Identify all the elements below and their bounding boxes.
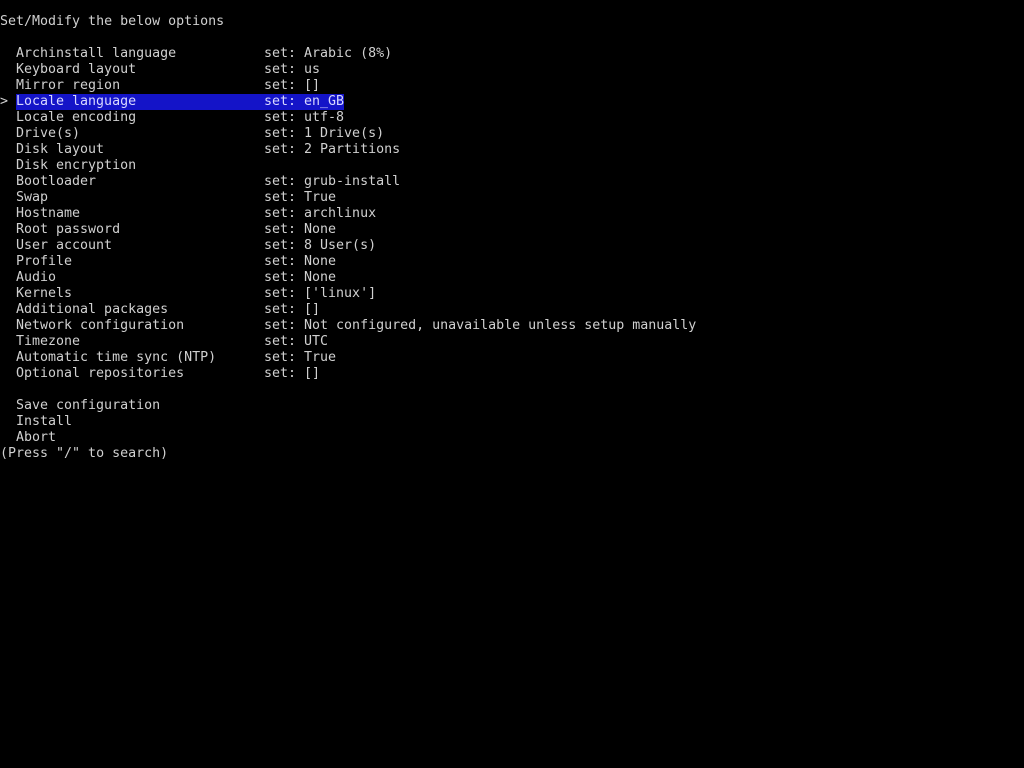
menu-item-label: Keyboard layout [16,62,137,77]
abort-action[interactable]: Abort [0,430,1024,446]
menu-item-label: Additional packages [16,302,169,317]
options-menu: Archinstall language set: Arabic (8%) Ke… [0,46,1024,446]
menu-item-value: set: archlinux [264,206,377,221]
menu-item-label: Bootloader [16,174,97,189]
menu-item-value: set: 2 Partitions [264,142,401,157]
menu-item-ntp[interactable]: Automatic time sync (NTP) set: True [0,350,1024,366]
menu-item-hostname[interactable]: Hostname set: archlinux [0,206,1024,222]
menu-item-audio[interactable]: Audio set: None [0,270,1024,286]
menu-item-label: Audio [16,270,57,285]
menu-item-value: set: en_GB [264,94,345,109]
menu-item-label: Drive(s) [16,126,81,141]
menu-item-drives[interactable]: Drive(s) set: 1 Drive(s) [0,126,1024,142]
menu-item-label: Locale language [16,94,137,109]
menu-item-label: User account [16,238,113,253]
menu-item-value: set: UTC [264,334,329,349]
cursor-indicator: > [0,94,9,109]
installer-screen: Set/Modify the below options Archinstall… [0,14,1024,754]
menu-item-optional-repositories[interactable]: Optional repositories set: [] [0,366,1024,382]
menu-item-bootloader[interactable]: Bootloader set: grub-install [0,174,1024,190]
menu-item-root-password[interactable]: Root password set: None [0,222,1024,238]
menu-item-label: Automatic time sync (NTP) [16,350,217,365]
menu-item-value: set: [] [264,78,321,93]
menu-item-value: set: 8 User(s) [264,238,377,253]
menu-item-label: Optional repositories [16,366,185,381]
menu-item-profile[interactable]: Profile set: None [0,254,1024,270]
menu-item-user-account[interactable]: User account set: 8 User(s) [0,238,1024,254]
menu-item-label: Mirror region [16,78,121,93]
menu-item-label: Network configuration [16,318,185,333]
menu-item-value: set: None [264,254,337,269]
menu-item-value: set: Arabic (8%) [264,46,393,61]
menu-item-value: set: [] [264,366,321,381]
menu-item-additional-packages[interactable]: Additional packages set: [] [0,302,1024,318]
install-action[interactable]: Install [0,414,1024,430]
menu-item-network-configuration[interactable]: Network configuration set: Not configure… [0,318,1024,334]
menu-item-label: Locale encoding [16,110,137,125]
menu-item-archinstall-language[interactable]: Archinstall language set: Arabic (8%) [0,46,1024,62]
menu-item-label: Hostname [16,206,81,221]
menu-item-locale-encoding[interactable]: Locale encoding set: utf-8 [0,110,1024,126]
menu-item-value: set: True [264,190,337,205]
menu-item-locale-language[interactable]: > Locale language set: en_GB [0,94,1024,110]
menu-item-value: set: [] [264,302,321,317]
menu-item-label: Swap [16,190,49,205]
menu-item-value: set: Not configured, unavailable unless … [264,318,697,333]
menu-item-label: Disk layout [16,142,105,157]
save-configuration-action[interactable]: Save configuration [0,398,1024,414]
action-label: Abort [16,430,57,445]
menu-item-value: set: us [264,62,321,77]
menu-item-disk-layout[interactable]: Disk layout set: 2 Partitions [0,142,1024,158]
screen-title: Set/Modify the below options [0,14,225,29]
menu-item-mirror-region[interactable]: Mirror region set: [] [0,78,1024,94]
menu-item-label: Kernels [16,286,73,301]
menu-item-label: Disk encryption [16,158,137,173]
menu-item-value: set: True [264,350,337,365]
menu-item-timezone[interactable]: Timezone set: UTC [0,334,1024,350]
menu-item-label: Root password [16,222,121,237]
action-label: Save configuration [16,398,161,413]
menu-item-label: Archinstall language [16,46,177,61]
menu-item-label: Profile [16,254,73,269]
menu-item-keyboard-layout[interactable]: Keyboard layout set: us [0,62,1024,78]
menu-item-value: set: 1 Drive(s) [264,126,385,141]
menu-item-swap[interactable]: Swap set: True [0,190,1024,206]
menu-item-value: set: ['linux'] [264,286,377,301]
menu-item-disk-encryption[interactable]: Disk encryption [0,158,1024,174]
menu-item-value: set: utf-8 [264,110,345,125]
menu-item-kernels[interactable]: Kernels set: ['linux'] [0,286,1024,302]
menu-item-value: set: None [264,270,337,285]
menu-item-value: set: None [264,222,337,237]
search-hint: (Press "/" to search) [0,446,169,461]
menu-item-label: Timezone [16,334,81,349]
menu-item-value: set: grub-install [264,174,401,189]
action-label: Install [16,414,73,429]
